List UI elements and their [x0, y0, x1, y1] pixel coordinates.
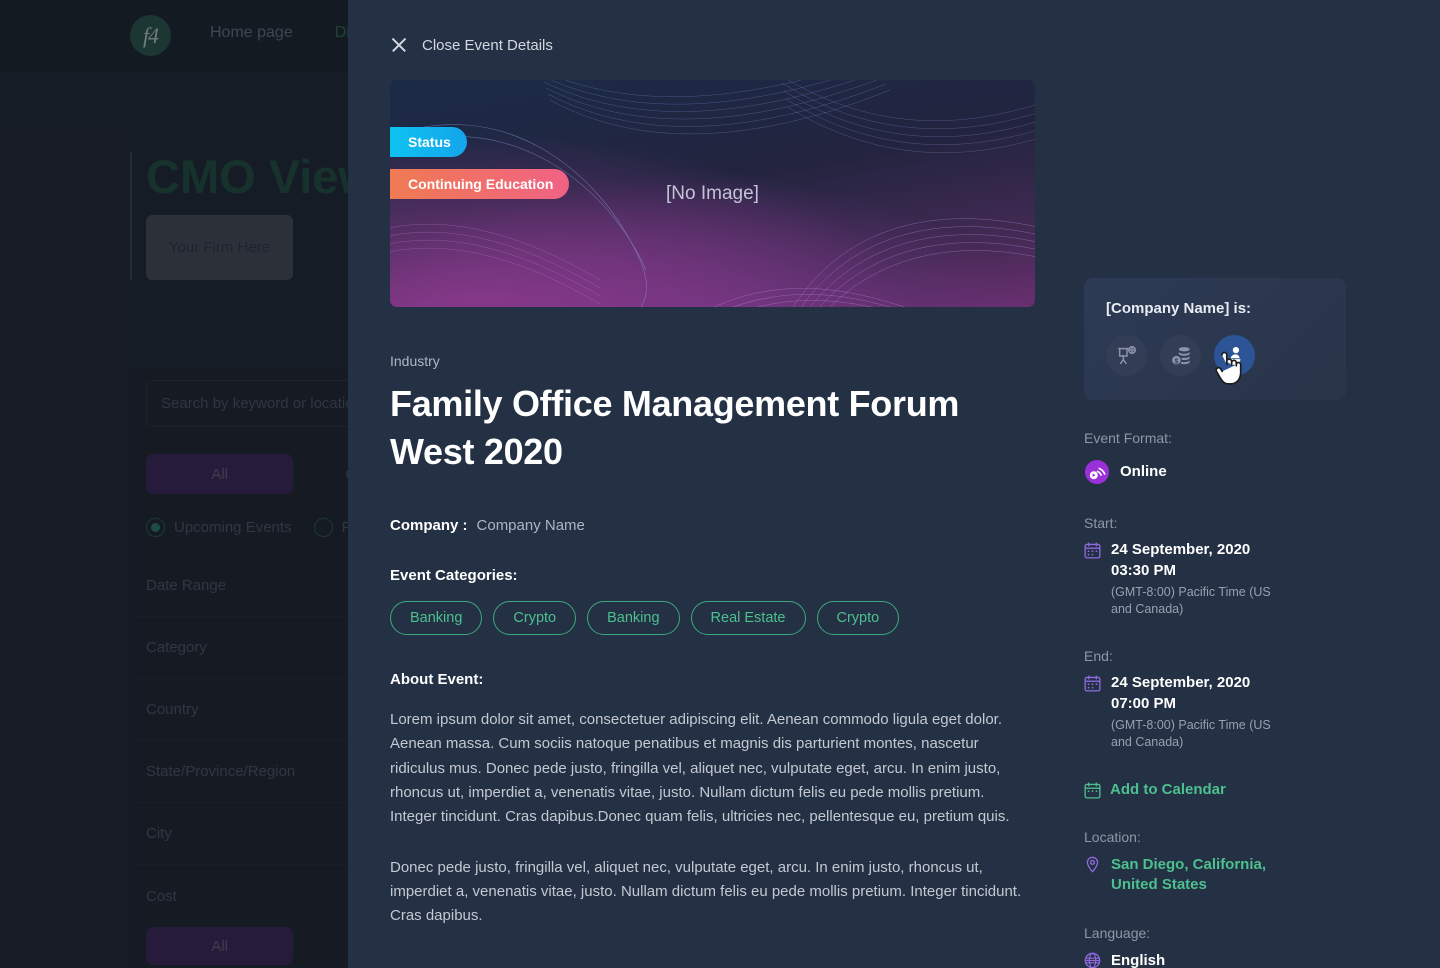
- presentation-globe-icon: [1117, 345, 1136, 364]
- online-broadcast-icon: [1085, 460, 1109, 484]
- event-categories-label: Event Categories:: [390, 567, 518, 585]
- event-main-column: Status Continuing Education [No Image] I…: [390, 80, 1036, 968]
- event-end-date: 24 September, 2020: [1111, 673, 1251, 691]
- company-label: Company :: [390, 517, 468, 535]
- close-icon: [390, 36, 408, 54]
- globe-icon: [1084, 952, 1101, 968]
- event-side-column: [Company Name] is: $ Event Format: Onlin…: [1036, 80, 1392, 968]
- event-industry: Industry: [390, 353, 440, 369]
- event-start-timezone: (GMT-8:00) Pacific Time (US and Canada): [1111, 585, 1271, 616]
- category-pill[interactable]: Crypto: [816, 601, 900, 636]
- event-start-block: Start: 24 September, 2020 03:30 PM (GMT-…: [1084, 515, 1392, 618]
- category-pill[interactable]: Crypto: [493, 601, 577, 636]
- presentation-globe-icon-button[interactable]: [1106, 335, 1147, 376]
- event-end-timezone: (GMT-8:00) Pacific Time (US and Canada): [1111, 717, 1271, 749]
- company-type-card: [Company Name] is: $: [1084, 278, 1346, 400]
- calendar-icon: [1084, 675, 1101, 692]
- event-language-label: Language:: [1084, 925, 1151, 941]
- add-to-calendar-link[interactable]: Add to Calendar: [1084, 781, 1392, 799]
- close-event-details-button[interactable]: Close Event Details: [348, 0, 553, 54]
- company-value: Company Name: [476, 517, 585, 535]
- event-start-label: Start:: [1084, 515, 1118, 531]
- event-title: Family Office Management Forum West 2020: [390, 383, 960, 472]
- speaker-presenter-icon: [1225, 346, 1240, 365]
- app-root: f4 Home page Disc CMO View Your Firm Her…: [0, 0, 1440, 968]
- event-start-date: 24 September, 2020: [1111, 541, 1251, 558]
- event-location-label: Location:: [1084, 828, 1141, 845]
- event-end-block: End: 24 September, 2020 07:00 PM (GMT-8:…: [1084, 648, 1392, 751]
- banner-placeholder-text: [No Image]: [666, 182, 759, 204]
- event-company-row: Company : Company Name: [390, 517, 1036, 534]
- about-event-label: About Event:: [390, 671, 484, 689]
- calendar-add-icon: [1084, 781, 1101, 799]
- event-format-value: Online: [1120, 463, 1167, 480]
- coins-dollar-icon: $: [1170, 346, 1190, 366]
- event-start-time: 03:30 PM: [1111, 562, 1177, 579]
- category-pill[interactable]: Real Estate: [690, 601, 806, 636]
- modal-body: Status Continuing Education [No Image] I…: [348, 80, 1440, 968]
- event-location-value[interactable]: San Diego, California, United States: [1111, 855, 1286, 896]
- event-format-label: Event Format:: [1084, 430, 1172, 446]
- about-paragraph: Donec pede justo, fringilla vel, aliquet…: [390, 858, 1022, 925]
- event-location-block: Location: San Diego, California, United …: [1084, 829, 1392, 896]
- svg-text:$: $: [1174, 358, 1178, 365]
- event-end-label: End:: [1084, 647, 1113, 664]
- close-label: Close Event Details: [422, 36, 553, 54]
- event-details-modal: Close Event Details Status Continuing Ed…: [348, 0, 1440, 968]
- company-card-title: [Company Name] is:: [1106, 300, 1252, 317]
- category-pill[interactable]: Banking: [587, 601, 680, 636]
- event-end-time: 07:00 PM: [1111, 694, 1177, 712]
- event-categories-list: Banking Crypto Banking Real Estate Crypt…: [390, 601, 1036, 636]
- status-badge: Status: [390, 127, 467, 157]
- coins-dollar-icon-button[interactable]: $: [1160, 335, 1201, 376]
- event-language-block: Language: English: [1084, 925, 1392, 968]
- event-language-value: English: [1111, 951, 1166, 968]
- speaker-presenter-icon-button[interactable]: [1214, 335, 1255, 376]
- event-format-block: Event Format: Online: [1084, 430, 1392, 485]
- add-to-calendar-label: Add to Calendar: [1110, 781, 1226, 798]
- category-pill[interactable]: Banking: [390, 601, 483, 636]
- event-banner: Status Continuing Education [No Image]: [390, 80, 1035, 307]
- about-paragraph: Lorem ipsum dolor sit amet, consectetuer…: [390, 711, 1010, 826]
- company-type-icon-row: $: [1106, 335, 1324, 385]
- calendar-icon: [1084, 542, 1101, 559]
- location-pin-icon: [1086, 856, 1099, 873]
